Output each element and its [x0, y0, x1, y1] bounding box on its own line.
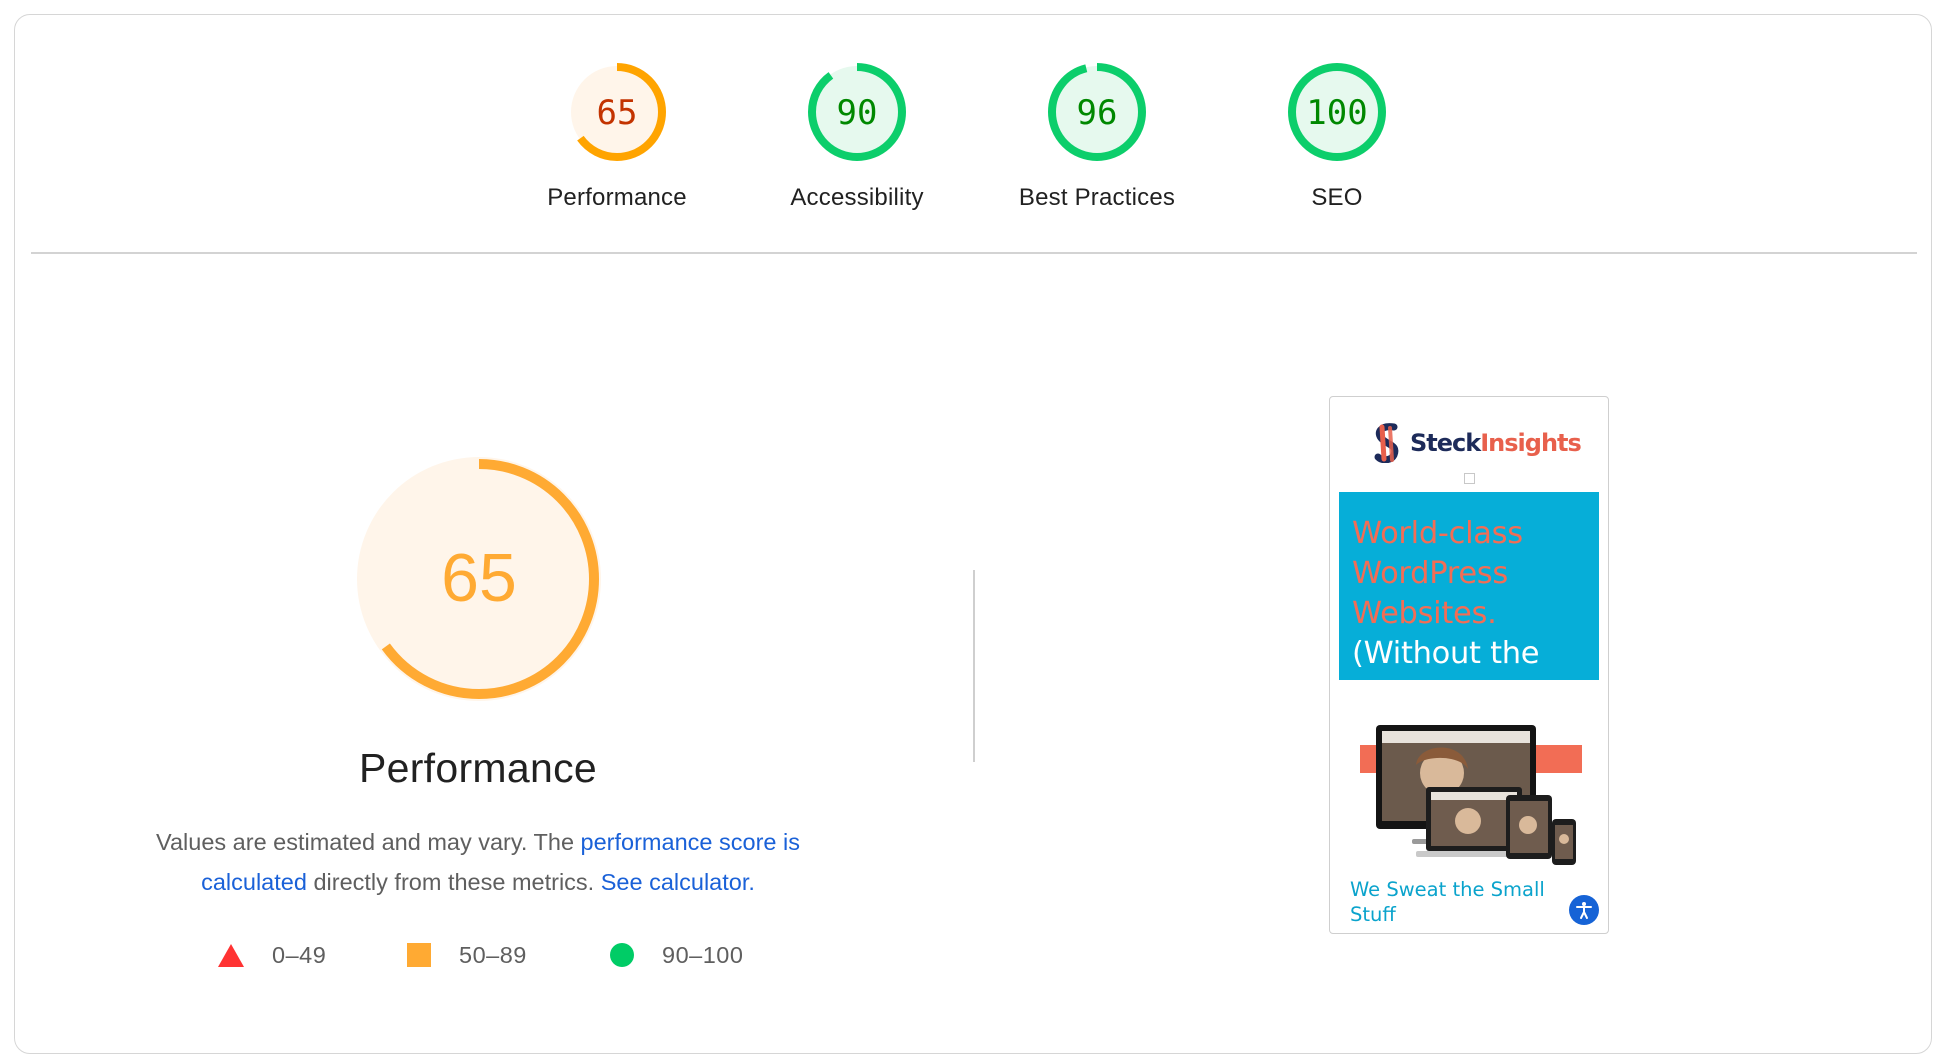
site-tagline: We Sweat the Small Stuff: [1350, 878, 1545, 926]
legend-range: 0–49: [272, 941, 327, 968]
banner-line: World-class: [1352, 516, 1523, 551]
logo-text: SteckInsights: [1410, 429, 1582, 457]
gauge-score: 100: [1306, 93, 1367, 133]
pass-circle-icon: [610, 943, 634, 967]
vertical-separator: [973, 570, 975, 762]
accessibility-gauge-ring: 90: [808, 63, 906, 161]
fail-triangle-icon: [218, 943, 244, 967]
legend-average: 50–89: [407, 940, 527, 970]
seo-gauge-ring: 100: [1288, 63, 1386, 161]
legend-fail: 0–49: [218, 940, 326, 970]
performance-large-gauge: 65: [357, 457, 601, 701]
gauge-label: Best Practices: [1018, 184, 1176, 211]
description-text: Values are estimated and may vary. The: [156, 829, 581, 855]
steck-logo-icon: [1374, 423, 1399, 463]
performance-large-score: 65: [441, 540, 517, 616]
banner-line: WordPress: [1352, 556, 1508, 591]
see-calculator-link[interactable]: See calculator.: [601, 869, 755, 895]
gauge-score: 96: [1077, 93, 1118, 133]
description-text: directly from these metrics.: [306, 869, 601, 895]
performance-heading: Performance: [358, 745, 597, 791]
accessibility-icon[interactable]: [1569, 895, 1599, 925]
gauge-accessibility[interactable]: 90 Accessibility: [747, 62, 967, 212]
gauge-label: SEO: [1311, 184, 1363, 211]
banner-line: Websites.: [1352, 596, 1497, 631]
hero-banner: World-class WordPress Websites. (Without…: [1339, 492, 1599, 680]
legend-range: 50–89: [459, 941, 527, 968]
gauge-score: 65: [597, 93, 638, 133]
gauge-best-practices[interactable]: 96 Best Practices: [987, 62, 1207, 212]
legend-range: 90–100: [662, 941, 744, 968]
gauge-score: 90: [837, 93, 878, 133]
legend-pass: 90–100: [610, 940, 743, 970]
devices-image: [1360, 725, 1582, 865]
placeholder-box: [1464, 473, 1475, 484]
section-divider: [31, 252, 1917, 254]
banner-line: (Without the: [1352, 636, 1540, 671]
performance-description: Values are estimated and may vary. The p…: [118, 822, 838, 902]
average-square-icon: [407, 943, 431, 967]
final-screenshot[interactable]: SteckInsights World-class WordPress Webs…: [1329, 396, 1609, 934]
gauge-label: Performance: [547, 184, 687, 211]
gauge-label: Accessibility: [790, 184, 924, 211]
performance-gauge-ring: 65: [568, 63, 666, 161]
accessibility-figure-icon: [1576, 902, 1592, 919]
gauge-performance[interactable]: 65 Performance: [507, 62, 727, 212]
gauge-seo[interactable]: 100 SEO: [1227, 62, 1447, 212]
best-practices-gauge-ring: 96: [1048, 63, 1146, 161]
site-logo: SteckInsights: [1372, 421, 1582, 465]
